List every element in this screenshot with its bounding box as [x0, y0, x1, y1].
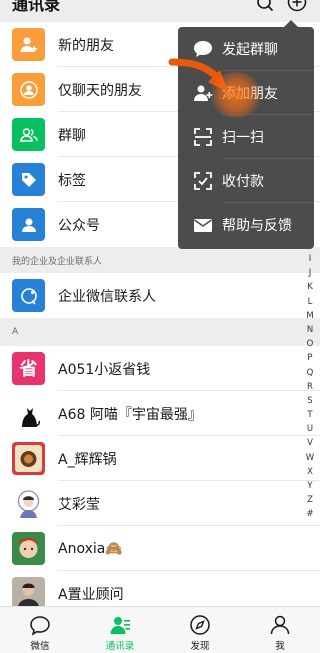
tab-label: 我: [275, 641, 285, 652]
add-popup-menu: 发起群聊 添加朋友 扫一扫 收付款 帮助与反馈: [178, 20, 314, 249]
contact-avatar: [12, 397, 45, 430]
payment-icon: [194, 172, 212, 190]
item-label: 公众号: [58, 217, 100, 234]
item-label: 企业微信联系人: [58, 288, 156, 305]
index-letter[interactable]: K: [302, 280, 318, 294]
index-letter[interactable]: N: [302, 323, 318, 337]
person-icon: [12, 73, 45, 106]
tag-icon: [12, 163, 45, 196]
menu-label: 扫一扫: [222, 130, 264, 146]
index-letter[interactable]: X: [302, 465, 318, 479]
contact-name: A051小返省钱: [58, 361, 151, 378]
contact-avatar: [12, 442, 45, 475]
contact-row[interactable]: 艾彩莹: [0, 481, 320, 526]
contact-row[interactable]: Anoxia🙈: [0, 526, 320, 571]
top-bar: 通讯录: [0, 0, 320, 22]
group-icon: [12, 118, 45, 151]
tab-chats[interactable]: 微信: [0, 607, 80, 653]
contacts-icon: [110, 617, 130, 634]
index-letter[interactable]: M: [302, 309, 318, 323]
contact-avatar: [12, 532, 45, 565]
person-icon: [12, 208, 45, 241]
tab-contacts[interactable]: 通讯录: [80, 607, 160, 653]
tab-label: 微信: [30, 641, 50, 652]
contact-avatar: 省: [12, 352, 45, 385]
contact-row[interactable]: A68 阿喵『宇宙最强』: [0, 391, 320, 436]
enterprise-chat-icon: [12, 279, 45, 312]
index-letter[interactable]: T: [302, 408, 318, 422]
contact-avatar: [12, 487, 45, 520]
contact-name: A置业顾问: [58, 586, 124, 603]
chat-icon: [30, 616, 50, 636]
item-label: 新的朋友: [58, 37, 114, 54]
tab-discover[interactable]: 发现: [160, 607, 240, 653]
search-icon[interactable]: [256, 0, 274, 12]
add-friend-icon: [194, 85, 213, 101]
menu-label: 帮助与反馈: [222, 218, 292, 234]
add-friend-icon: [12, 28, 45, 61]
start-group-chat-item[interactable]: 发起群聊: [178, 27, 314, 71]
section-header-a: A: [0, 318, 320, 346]
mail-icon: [194, 219, 212, 232]
item-label: 仅聊天的朋友: [58, 82, 142, 99]
index-letter[interactable]: #: [302, 507, 318, 521]
page-title: 通讯录: [12, 0, 61, 14]
index-letter[interactable]: I: [302, 252, 318, 266]
index-letter[interactable]: Z: [302, 493, 318, 507]
contact-row[interactable]: A_辉辉锅: [0, 436, 320, 481]
index-letter[interactable]: J: [302, 266, 318, 280]
index-letter[interactable]: W: [302, 451, 318, 465]
enterprise-contacts-item[interactable]: 企业微信联系人: [0, 273, 320, 318]
bottom-tab-bar: 微信 通讯录 发现 我: [0, 606, 320, 653]
tab-me[interactable]: 我: [240, 607, 320, 653]
menu-label: 添加朋友: [222, 86, 278, 102]
index-letter[interactable]: V: [302, 436, 318, 450]
index-letter[interactable]: S: [302, 394, 318, 408]
scan-icon: [194, 128, 212, 146]
contact-name: A_辉辉锅: [58, 451, 117, 468]
alphabet-index[interactable]: I J K L M N O P Q R S T U V W X Y Z #: [302, 252, 318, 522]
contact-name: A68 阿喵『宇宙最强』: [58, 406, 202, 423]
contact-name: 艾彩莹: [58, 496, 100, 513]
index-letter[interactable]: Q: [302, 366, 318, 380]
index-letter[interactable]: L: [302, 295, 318, 309]
menu-label: 收付款: [222, 174, 264, 190]
index-letter[interactable]: R: [302, 380, 318, 394]
item-label: 标签: [58, 172, 86, 189]
contact-row[interactable]: 省 A051小返省钱: [0, 346, 320, 391]
contact-name: Anoxia🙈: [58, 540, 123, 557]
section-header-enterprise: 我的企业及企业联系人: [0, 247, 320, 273]
compass-icon: [190, 615, 210, 635]
scan-item[interactable]: 扫一扫: [178, 115, 314, 159]
menu-label: 发起群聊: [222, 42, 278, 58]
index-letter[interactable]: O: [302, 337, 318, 351]
payment-item[interactable]: 收付款: [178, 159, 314, 203]
index-letter[interactable]: Y: [302, 479, 318, 493]
index-letter[interactable]: P: [302, 351, 318, 365]
plus-circle-icon[interactable]: [287, 0, 307, 12]
index-letter[interactable]: U: [302, 422, 318, 436]
chat-bubble-icon: [194, 41, 212, 57]
help-feedback-item[interactable]: 帮助与反馈: [178, 203, 314, 247]
item-label: 群聊: [58, 127, 86, 144]
tab-label: 发现: [190, 641, 210, 652]
svg-text:省: 省: [19, 358, 38, 380]
add-friend-item[interactable]: 添加朋友: [178, 71, 314, 115]
tab-label: 通讯录: [105, 641, 135, 652]
me-icon: [270, 615, 290, 635]
